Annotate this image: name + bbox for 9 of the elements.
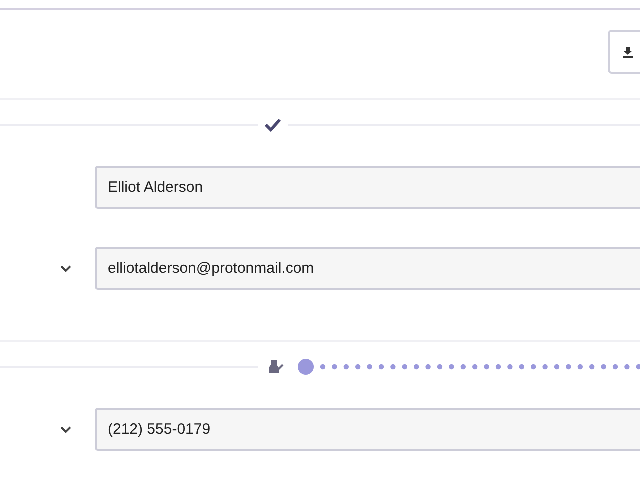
download-icon	[622, 46, 634, 58]
text-field[interactable]: elliotalderson@protonmail.com	[95, 247, 640, 290]
stamp-icon	[266, 359, 284, 375]
download-button[interactable]	[608, 30, 640, 74]
chevron-down-icon[interactable]	[60, 426, 72, 434]
checkmark-icon	[264, 118, 282, 132]
text-field[interactable]: (212) 555-0179	[95, 408, 640, 451]
text-field[interactable]: Elliot Alderson	[95, 166, 640, 209]
chevron-down-icon[interactable]	[60, 264, 72, 272]
